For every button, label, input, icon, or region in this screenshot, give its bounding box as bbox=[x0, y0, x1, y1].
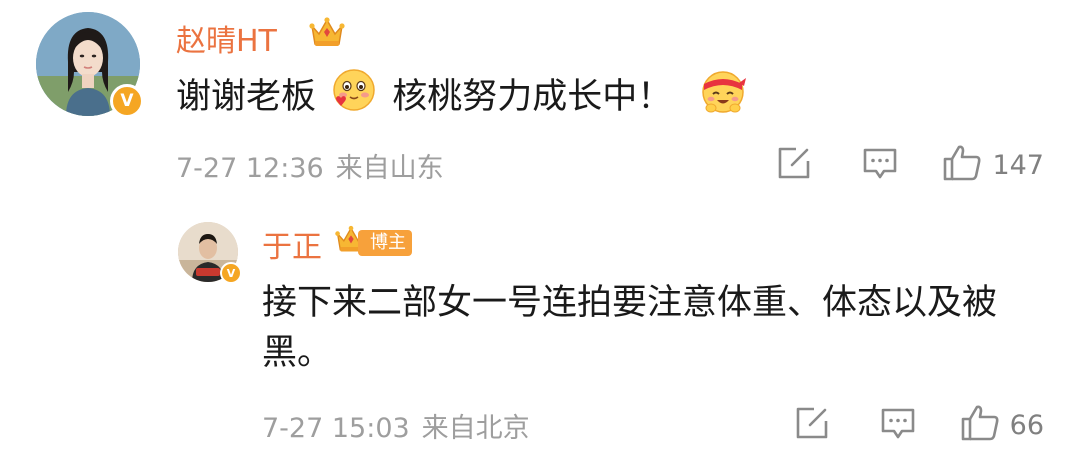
reply-comment: V 于正 博主 接下来二部女一号连拍要注意体重、体态以及被黑。 7-27 15:… bbox=[0, 210, 1080, 465]
comment-text-part2: 核桃努力成长中！ bbox=[392, 77, 673, 117]
comment-text-part1: 谢谢老板 bbox=[176, 77, 317, 117]
like-button[interactable]: 147 bbox=[942, 144, 1044, 186]
headband-emoji bbox=[699, 66, 747, 128]
crown-icon bbox=[308, 14, 346, 54]
avatar[interactable]: V bbox=[36, 12, 144, 118]
comment-location: 来自北京 bbox=[421, 413, 530, 444]
verified-badge: V bbox=[220, 262, 242, 284]
share-button[interactable] bbox=[794, 405, 830, 445]
like-count: 147 bbox=[992, 149, 1044, 181]
like-icon bbox=[960, 404, 1000, 446]
reply-button[interactable] bbox=[862, 145, 898, 185]
like-button[interactable]: 66 bbox=[960, 404, 1044, 446]
comment-actions: 66 bbox=[794, 404, 1044, 446]
comment-time: 7-27 15:03 bbox=[262, 413, 410, 444]
username[interactable]: 赵晴HT bbox=[176, 16, 277, 60]
comment-text: 谢谢老板 核桃努力成长中！ bbox=[176, 66, 751, 128]
username[interactable]: 于正 bbox=[262, 222, 322, 266]
comment: V 赵晴HT 谢谢老板 核桃努力成长中！ 7-27 12:36 来自山东 147 bbox=[0, 0, 1080, 200]
share-icon bbox=[776, 145, 812, 185]
comment-actions: 147 bbox=[776, 144, 1044, 186]
reply-icon bbox=[862, 145, 898, 185]
reply-button[interactable] bbox=[880, 405, 916, 445]
share-icon bbox=[794, 405, 830, 445]
verified-badge: V bbox=[110, 84, 144, 118]
reply-icon bbox=[880, 405, 916, 445]
comment-time: 7-27 12:36 bbox=[176, 153, 324, 184]
avatar[interactable]: V bbox=[178, 222, 242, 284]
comment-meta: 7-27 12:36 来自山东 bbox=[176, 146, 444, 185]
like-count: 66 bbox=[1009, 409, 1044, 441]
blush-emoji bbox=[331, 67, 377, 127]
share-button[interactable] bbox=[776, 145, 812, 185]
comment-text: 接下来二部女一号连拍要注意体重、体态以及被黑。 bbox=[262, 283, 998, 373]
comment-location: 来自山东 bbox=[335, 153, 444, 184]
comment-meta: 7-27 15:03 来自北京 bbox=[262, 406, 530, 445]
like-icon bbox=[942, 144, 982, 186]
role-badge: 博主 bbox=[358, 230, 412, 256]
